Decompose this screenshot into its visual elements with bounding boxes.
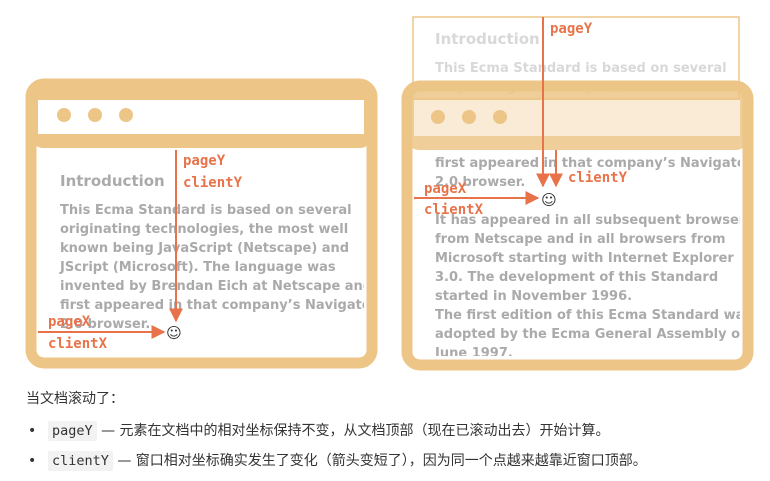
window-dot-icon [119,108,133,122]
notes-list: • pageY — 元素在文档中的相对坐标保持不变，从文档顶部（现在已滚动出去）开… [26,418,647,478]
document-line: invented by Brendan Eich at Netscape and [60,279,372,294]
pagey-label: pageY [183,153,226,169]
document-line: 3.0. The development of this Standard [435,270,718,285]
document-line: JScript (Microsoft). The language was [59,260,336,275]
document-line: started in November 1996. [435,289,632,304]
pagex-label: pageX [424,181,467,197]
clientx-label: clientX [424,202,484,218]
document-line: June 1997. [434,346,513,361]
window-dot-icon [431,110,445,124]
list-item: • pageY — 元素在文档中的相对坐标保持不变，从文档顶部（现在已滚动出去）开… [26,418,647,448]
bullet-icon: • [28,453,37,469]
document-title: Introduction [435,30,540,48]
term-code: clientY [48,451,113,471]
document-text: This Ecma Standard is based on several or… [59,203,378,332]
term-code: pageY [48,421,97,441]
document-line: first appeared in that company’s Navigat… [60,298,378,313]
pagey-label: pageY [550,21,593,37]
window-dot-icon [493,110,507,124]
window-dot-icon [57,108,71,122]
document-line: adopted by the Ecma General Assembly of [435,327,746,342]
window-dot-icon [88,108,102,122]
document-text: first appeared in that company’s Navigat… [434,156,753,361]
list-item: • clientY — 窗口相对坐标确实发生了变化（箭头变短了），因为同一个点越来… [26,448,647,478]
document-line: first appeared in that company’s Navigat… [435,156,753,171]
document-line: Microsoft starting with Internet Explore… [435,251,734,266]
clienty-label: clientY [568,170,628,186]
pagex-label: pageX [48,314,91,330]
window-dot-icon [462,110,476,124]
clienty-label: clientY [183,175,243,191]
note-text: — 窗口相对坐标确实发生了变化（箭头变短了），因为同一个点越来越靠近窗口顶部。 [112,453,647,469]
note-text: — 元素在文档中的相对坐标保持不变，从文档顶部（现在已滚动出去）开始计算。 [96,423,610,439]
document-line: The first edition of this Ecma Standard … [435,308,752,323]
document-title: Introduction [60,172,165,190]
clientx-label: clientX [48,336,108,352]
bullet-icon: • [28,423,37,439]
browser-window-after-scroll: first appeared in that company’s Navigat… [401,80,754,371]
document-line: from Netscape and in all browsers from [435,232,726,247]
document-line: This Ecma Standard is based on several [60,203,352,218]
coordinates-diagram: Introduction This Ecma Standard is based… [25,16,754,371]
document-line: originating technologies, the most well [60,222,348,237]
document-line: This Ecma Standard is based on several [435,61,727,76]
caption: 当文档滚动了： [26,391,124,407]
document-line: known being JavaScript (Netscape) and [60,241,349,256]
cursor-smiley-icon: ☺ [541,191,557,209]
cursor-smiley-icon: ☺ [166,324,182,342]
window-toolbar-area [38,100,364,134]
